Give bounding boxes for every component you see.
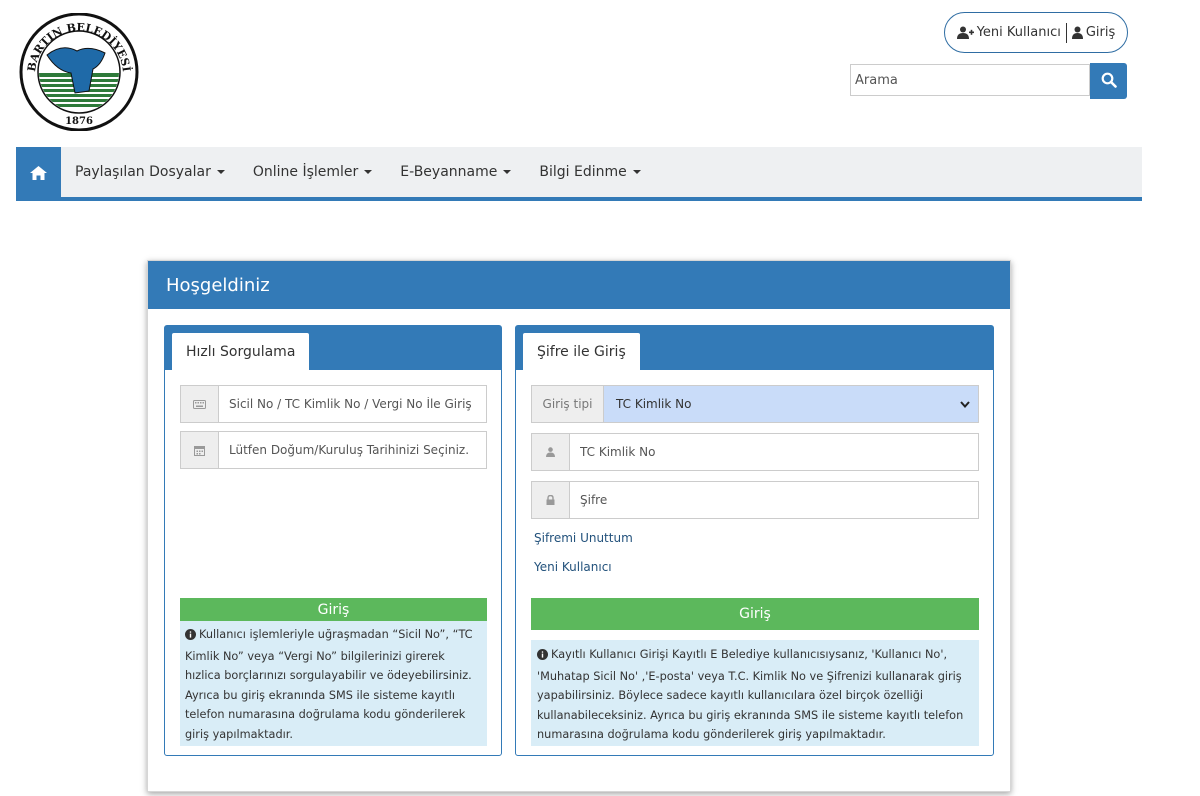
panel-title: Hoşgeldiniz: [166, 274, 270, 296]
nav-label: Bilgi Edinme: [539, 164, 627, 180]
user-icon: [1071, 26, 1083, 39]
info-circle-icon: [537, 647, 548, 667]
password-login-panel: Şifre ile Giriş Giriş tipi TC Kimlik No …: [515, 325, 994, 756]
user-icon: [532, 434, 570, 470]
nav-label: E-Beyanname: [400, 164, 498, 180]
login-type-select[interactable]: TC Kimlik No: [604, 386, 978, 422]
new-user-register-link[interactable]: Yeni Kullanıcı: [534, 560, 612, 574]
logo-year: 1876: [65, 116, 93, 127]
search-input[interactable]: [850, 64, 1090, 96]
caret-down-icon: [632, 170, 641, 174]
quick-query-panel: Hızlı Sorgulama Giriş Kullanıcı işlemler…: [164, 325, 502, 756]
login-label: Giriş: [1085, 25, 1116, 40]
welcome-panel-header: Hoşgeldiniz: [148, 261, 1010, 309]
login-type-group: Giriş tipi TC Kimlik No: [531, 385, 979, 423]
id-input-group: [180, 385, 487, 423]
quick-query-header: Hızlı Sorgulama: [165, 326, 501, 370]
nav-item-online-operations[interactable]: Online İşlemler: [239, 164, 386, 180]
calendar-icon: [181, 432, 219, 468]
auth-links: Yeni Kullanıcı Giriş: [944, 12, 1128, 53]
new-user-label: Yeni Kullanıcı: [976, 25, 1061, 40]
password-login-button[interactable]: Giriş: [531, 598, 979, 630]
password-info-text: Kayıtlı Kullanıcı Girişi Kayıtlı E Beled…: [537, 648, 964, 741]
forgot-password-link[interactable]: Şifremi Unuttum: [534, 531, 633, 545]
keyboard-icon: [181, 386, 219, 422]
caret-down-icon: [216, 170, 225, 174]
tab-label: Şifre ile Giriş: [537, 343, 626, 360]
search-icon: [1101, 72, 1117, 91]
nav-label: Paylaşılan Dosyalar: [75, 164, 211, 180]
quick-info-box: Kullanıcı işlemleriyle uğraşmadan “Sicil…: [180, 621, 487, 746]
new-user-link[interactable]: Yeni Kullanıcı: [953, 25, 1065, 40]
quick-info-text: Kullanıcı işlemleriyle uğraşmadan “Sicil…: [185, 628, 473, 741]
nav-item-information-request[interactable]: Bilgi Edinme: [525, 164, 654, 180]
nav-item-shared-files[interactable]: Paylaşılan Dosyalar: [61, 164, 239, 180]
info-circle-icon: [185, 627, 196, 647]
login-type-value: TC Kimlik No: [616, 397, 692, 411]
password-info-box: Kayıtlı Kullanıcı Girişi Kayıtlı E Beled…: [531, 640, 979, 746]
date-input-group: [180, 431, 487, 469]
welcome-panel: Hoşgeldiniz Hızlı Sorgulama Giriş Kullan…: [147, 260, 1011, 792]
button-label: Giriş: [317, 601, 350, 618]
quick-login-button[interactable]: Giriş: [180, 598, 487, 621]
tab-password-login[interactable]: Şifre ile Giriş: [523, 333, 640, 370]
search-button[interactable]: [1090, 63, 1127, 99]
auth-separator: [1065, 22, 1067, 43]
user-plus-icon: [956, 26, 974, 39]
tab-label: Hızlı Sorgulama: [186, 343, 296, 360]
id-number-input[interactable]: [219, 386, 486, 422]
nav-menu: Paylaşılan Dosyalar Online İşlemler E-Be…: [61, 147, 655, 197]
main-navbar: Paylaşılan Dosyalar Online İşlemler E-Be…: [16, 147, 1142, 201]
button-label: Giriş: [739, 606, 771, 622]
password-login-header: Şifre ile Giriş: [516, 326, 993, 370]
tab-quick-query[interactable]: Hızlı Sorgulama: [172, 333, 310, 370]
caret-down-icon: [364, 170, 373, 174]
home-button[interactable]: [16, 147, 61, 201]
nav-label: Online İşlemler: [252, 164, 359, 180]
nav-item-e-declaration[interactable]: E-Beyanname: [386, 164, 525, 180]
login-link[interactable]: Giriş: [1068, 25, 1119, 40]
username-input-group: [531, 433, 979, 471]
chevron-down-icon: [960, 397, 970, 411]
lock-icon: [532, 482, 570, 518]
municipality-logo[interactable]: BARTIN BELEDİYESİ 1876: [17, 12, 141, 132]
login-type-label: Giriş tipi: [532, 386, 604, 422]
tc-kimlik-input[interactable]: [570, 434, 978, 470]
password-input-group: [531, 481, 979, 519]
password-input[interactable]: [570, 482, 978, 518]
caret-down-icon: [503, 170, 512, 174]
birth-date-input[interactable]: [219, 432, 486, 468]
home-icon: [30, 165, 47, 184]
